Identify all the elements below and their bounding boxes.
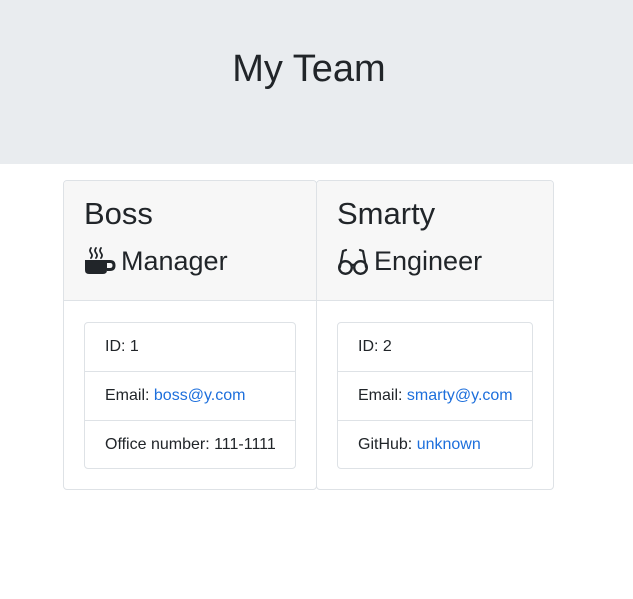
employee-id: ID: 1 [85, 323, 295, 372]
employee-role: Manager [84, 243, 228, 279]
employee-id: ID: 2 [338, 323, 532, 372]
employee-email: Email: smarty@y.com [338, 372, 532, 421]
card-header: Smarty Engineer [317, 181, 553, 301]
github-profile: GitHub: unknown [358, 436, 481, 453]
card-header: Boss Manager [64, 181, 316, 301]
page-title: My Team [232, 48, 386, 90]
employee-name: Smarty [337, 196, 436, 231]
card-body: ID: 2 Email: smarty@y.com GitHub: unknow… [337, 322, 533, 469]
employee-card-manager: Boss Manager ID: 1 Email: boss@y.com Off… [63, 180, 317, 490]
role-label: Manager [121, 246, 228, 276]
role-label: Engineer [374, 246, 483, 276]
github-link[interactable]: unknown [417, 436, 481, 453]
glasses-icon [337, 245, 369, 277]
office-number: Office number: 111-1111 [105, 436, 276, 453]
employee-role: Engineer [337, 243, 482, 279]
coffee-icon [84, 245, 116, 277]
email-link[interactable]: smarty@y.com [407, 387, 513, 404]
employee-email: Email: boss@y.com [85, 372, 295, 421]
employee-info-list: ID: 2 Email: smarty@y.com GitHub: unknow… [337, 322, 533, 469]
employee-name: Boss [84, 196, 153, 231]
employee-info-list: ID: 1 Email: boss@y.com Office number: 1… [84, 322, 296, 469]
email-link[interactable]: boss@y.com [154, 387, 246, 404]
card-body: ID: 1 Email: boss@y.com Office number: 1… [84, 322, 296, 469]
employee-card-engineer: Smarty Engineer ID: 2 Email: smarty@y.co [316, 180, 554, 490]
header-banner: My Team [0, 0, 633, 164]
